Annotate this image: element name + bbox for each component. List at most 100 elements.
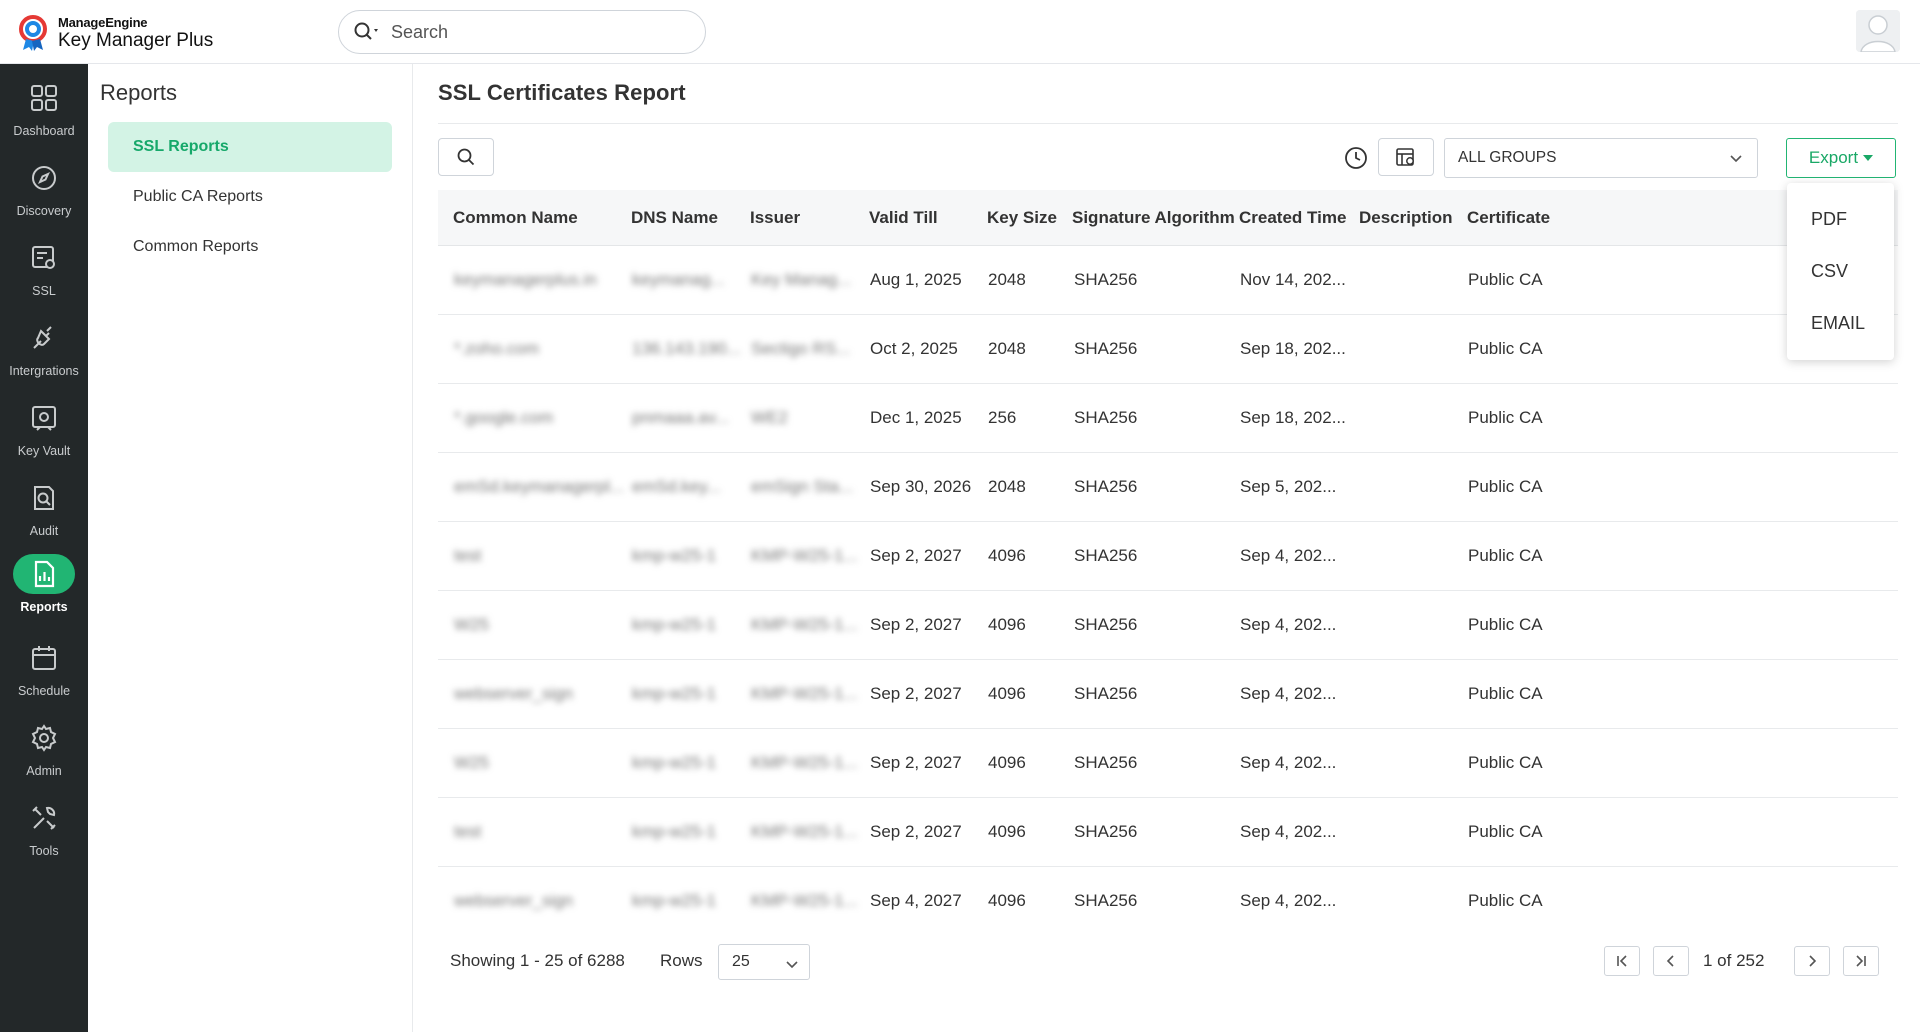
cell-created-time: Sep 5, 202... bbox=[1240, 477, 1337, 496]
cell-signature-algorithm: SHA256 bbox=[1074, 339, 1138, 358]
cell-common-name: W25 bbox=[454, 753, 489, 772]
cell-dns-name: kmp-w25-1 bbox=[632, 753, 717, 772]
cell-created-time: Sep 4, 202... bbox=[1240, 615, 1337, 634]
nav-schedule[interactable]: Schedule bbox=[0, 638, 88, 710]
table-row[interactable]: W25 kmp-w25-1 KMP-W25-1... Sep 2, 2027 4096 S… bbox=[438, 729, 1898, 798]
table-row[interactable]: test kmp-w25-1 KMP-W25-1... Sep 2, 2027 4096… bbox=[438, 522, 1898, 591]
certificates-table: Common Name DNS Name Issuer Valid Till K… bbox=[438, 190, 1898, 930]
cell-signature-algorithm: SHA256 bbox=[1074, 408, 1138, 427]
table-row[interactable]: test kmp-w25-1 KMP-W25-1... Sep 2, 2027 4096… bbox=[438, 798, 1898, 867]
cell-common-name: *.google.com bbox=[454, 408, 554, 427]
table-row[interactable]: W25 kmp-w25-1 KMP-W25-1... Sep 2, 2027 4096 S… bbox=[438, 591, 1898, 660]
nav-tools[interactable]: Tools bbox=[0, 798, 88, 870]
export-button[interactable]: Export bbox=[1786, 138, 1896, 178]
table-row[interactable]: webserver_sign kmp-w25-1 KMP-W25-1... Sep 4… bbox=[438, 867, 1898, 930]
table-row[interactable]: *.google.com pnmaaa.av... WE2 Dec 1, 2025 25… bbox=[438, 384, 1898, 453]
column-header[interactable]: Key Size bbox=[987, 190, 1057, 246]
column-header[interactable]: Valid Till bbox=[869, 190, 938, 246]
cell-created-time: Sep 4, 202... bbox=[1240, 546, 1337, 565]
chevron-down-icon bbox=[786, 961, 798, 969]
export-email-option[interactable]: EMAIL bbox=[1787, 297, 1894, 349]
cell-key-size: 256 bbox=[988, 408, 1017, 427]
nav-audit[interactable]: Audit bbox=[0, 478, 88, 550]
cell-issuer: KMP-W25-1... bbox=[751, 684, 858, 703]
cell-key-size: 4096 bbox=[988, 684, 1026, 703]
cell-issuer: Sectigo RS... bbox=[751, 339, 851, 358]
table-row[interactable]: emSd.keymanagerpl... emSd.key... emSign St… bbox=[438, 453, 1898, 522]
export-csv-option[interactable]: CSV bbox=[1787, 245, 1894, 297]
cell-certificate: Public CA bbox=[1468, 477, 1543, 496]
cell-certificate: Public CA bbox=[1468, 684, 1543, 703]
subnav-item-ssl-reports[interactable]: SSL Reports bbox=[108, 122, 392, 172]
cell-common-name: test bbox=[454, 546, 482, 565]
reports-subnav: Reports SSL Reports Public CA Reports Co… bbox=[88, 64, 413, 1032]
cell-issuer: KMP-W25-1... bbox=[751, 546, 858, 565]
compass-icon bbox=[32, 166, 56, 190]
tools-icon bbox=[32, 806, 56, 830]
cell-dns-name: kmp-w25-1 bbox=[632, 615, 717, 634]
nav-label: Dashboard bbox=[13, 124, 75, 138]
column-header[interactable]: DNS Name bbox=[631, 190, 718, 246]
cell-valid-till: Sep 2, 2027 bbox=[870, 546, 962, 565]
nav-admin[interactable]: Admin bbox=[0, 718, 88, 790]
column-header[interactable]: Issuer bbox=[750, 190, 800, 246]
cell-key-size: 4096 bbox=[988, 615, 1026, 634]
column-header[interactable]: Certificate bbox=[1467, 190, 1550, 246]
rows-per-page-select[interactable]: 25 bbox=[718, 944, 810, 980]
top-header: ManageEngine Key Manager Plus Search bbox=[0, 0, 1920, 64]
cell-signature-algorithm: SHA256 bbox=[1074, 822, 1138, 841]
cell-common-name: *.zoho.com bbox=[454, 339, 540, 358]
next-page-button[interactable] bbox=[1794, 946, 1830, 976]
global-search-input[interactable]: Search bbox=[338, 10, 706, 54]
report-icon bbox=[34, 560, 55, 588]
main-content: SSL Certificates Report ALL GROUPS Expor… bbox=[414, 64, 1920, 1032]
subnav-item-public-ca-reports[interactable]: Public CA Reports bbox=[108, 172, 392, 222]
cell-common-name: test bbox=[454, 822, 482, 841]
cell-signature-algorithm: SHA256 bbox=[1074, 546, 1138, 565]
cell-common-name: emSd.keymanagerpl... bbox=[454, 477, 625, 496]
user-avatar[interactable] bbox=[1856, 10, 1900, 52]
cell-certificate: Public CA bbox=[1468, 546, 1543, 565]
column-header[interactable]: Created Time bbox=[1239, 190, 1346, 246]
calendar-settings-icon bbox=[1396, 148, 1414, 166]
caret-down-icon bbox=[1863, 155, 1874, 161]
cell-issuer: emSign Sta... bbox=[751, 477, 854, 496]
column-header[interactable]: Description bbox=[1359, 190, 1453, 246]
search-icon bbox=[353, 21, 385, 43]
dashboard-icon bbox=[31, 85, 57, 111]
cell-key-size: 4096 bbox=[988, 753, 1026, 772]
first-page-button[interactable] bbox=[1604, 946, 1640, 976]
column-header[interactable]: Signature Algorithm bbox=[1072, 190, 1235, 246]
nav-key-vault[interactable]: Key Vault bbox=[0, 398, 88, 470]
export-pdf-option[interactable]: PDF bbox=[1787, 193, 1894, 245]
table-row[interactable]: keymanagerplus.in keymanag... Key Manag...… bbox=[438, 246, 1898, 315]
cell-signature-algorithm: SHA256 bbox=[1074, 684, 1138, 703]
cell-dns-name: kmp-w25-1 bbox=[632, 822, 717, 841]
cell-signature-algorithm: SHA256 bbox=[1074, 270, 1138, 289]
nav-label: SSL bbox=[32, 284, 56, 298]
date-filter-button[interactable] bbox=[1378, 138, 1434, 176]
column-header[interactable]: Common Name bbox=[453, 190, 578, 246]
cell-issuer: KMP-W25-1... bbox=[751, 891, 858, 910]
nav-ssl[interactable]: SSL bbox=[0, 238, 88, 310]
table-row[interactable]: webserver_sign kmp-w25-1 KMP-W25-1... Sep 2… bbox=[438, 660, 1898, 729]
nav-reports[interactable]: Reports bbox=[0, 554, 88, 626]
nav-integrations[interactable]: Intergrations bbox=[0, 318, 88, 390]
table-row[interactable]: *.zoho.com 136.143.190... Sectigo RS... Oct… bbox=[438, 315, 1898, 384]
cell-key-size: 2048 bbox=[988, 339, 1026, 358]
subnav-item-common-reports[interactable]: Common Reports bbox=[108, 222, 392, 272]
table-search-button[interactable] bbox=[438, 138, 494, 176]
nav-discovery[interactable]: Discovery bbox=[0, 158, 88, 230]
gear-icon bbox=[31, 724, 57, 752]
group-select[interactable]: ALL GROUPS bbox=[1444, 138, 1758, 178]
cell-created-time: Sep 4, 202... bbox=[1240, 753, 1337, 772]
first-page-icon bbox=[1617, 955, 1627, 967]
last-page-button[interactable] bbox=[1843, 946, 1879, 976]
cell-issuer: KMP-W25-1... bbox=[751, 822, 858, 841]
history-button[interactable] bbox=[1342, 144, 1370, 172]
cell-issuer: KMP-W25-1... bbox=[751, 753, 858, 772]
app-logo[interactable]: ManageEngine Key Manager Plus bbox=[18, 14, 213, 52]
nav-dashboard[interactable]: Dashboard bbox=[0, 78, 88, 150]
search-icon bbox=[457, 148, 475, 166]
previous-page-button[interactable] bbox=[1653, 946, 1689, 976]
